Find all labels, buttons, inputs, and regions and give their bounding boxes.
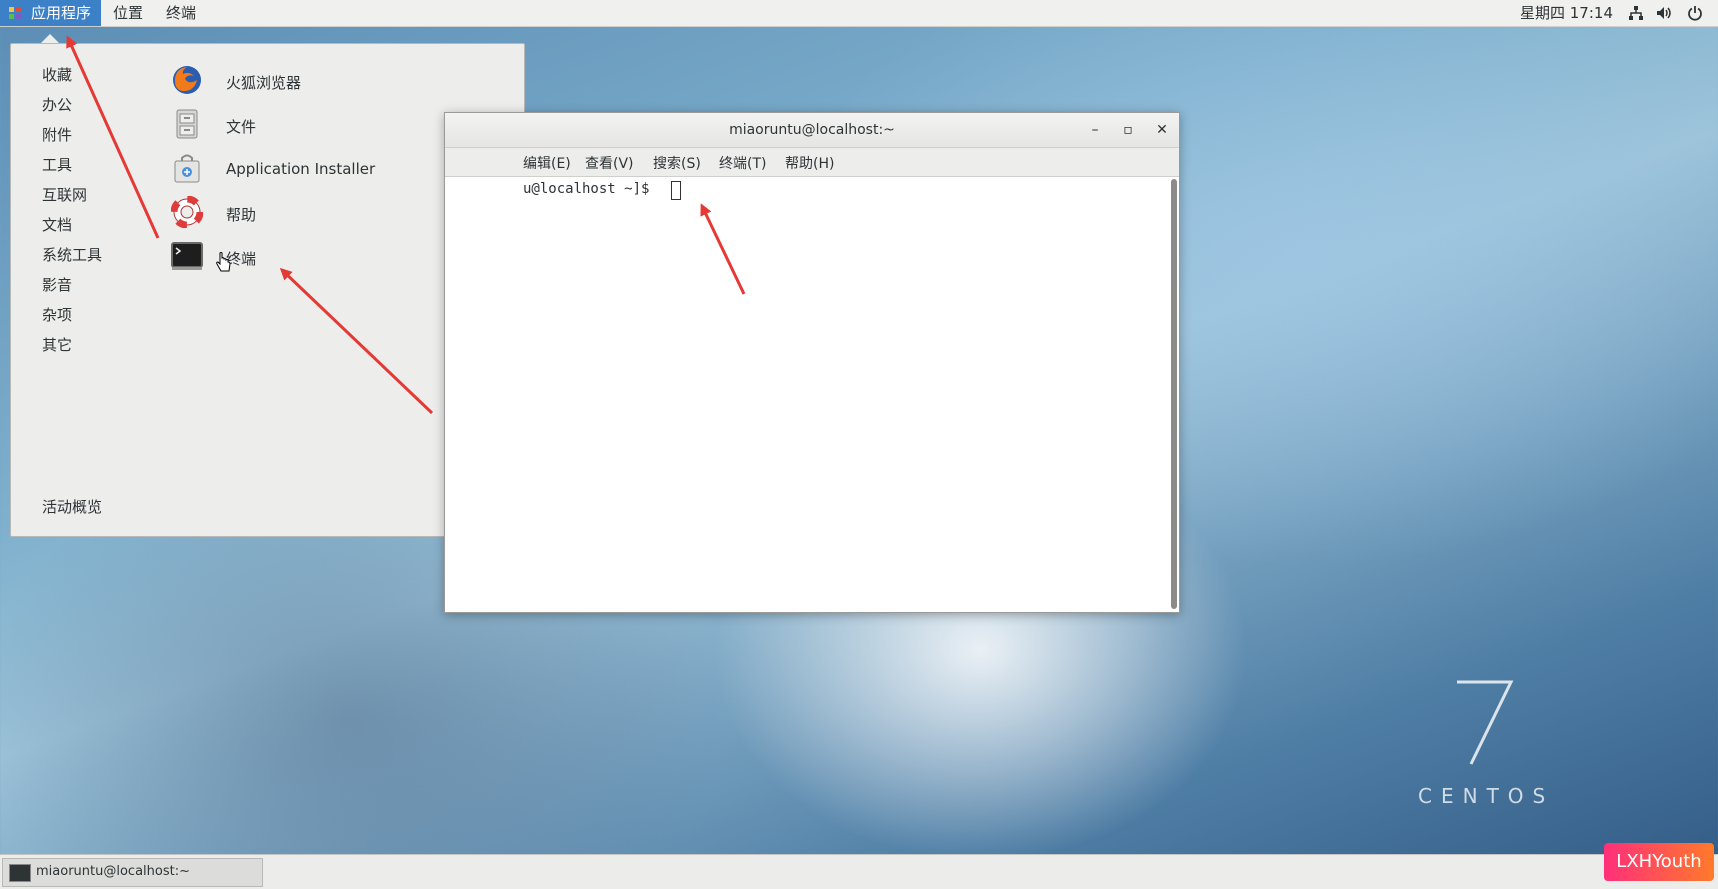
bottom-taskbar: miaoruntu@localhost:~ — [0, 854, 1718, 889]
menu-view[interactable]: 查看(V) — [585, 153, 634, 173]
applications-label: 应用程序 — [31, 4, 92, 22]
close-button[interactable]: ✕ — [1154, 122, 1170, 138]
window-titlebar[interactable]: miaoruntu@localhost:~ – ▫ ✕ — [445, 113, 1179, 148]
taskbar-terminal-task[interactable]: miaoruntu@localhost:~ — [2, 858, 263, 887]
category-office[interactable]: 办公 — [42, 94, 72, 115]
installer-bag-icon — [174, 154, 200, 183]
task-label: miaoruntu@localhost:~ — [36, 864, 190, 879]
file-cabinet-icon — [176, 109, 198, 139]
lifebuoy-icon — [171, 196, 203, 228]
top-bar: 应用程序 位置 终端 星期四 17:14 — [0, 0, 1718, 27]
app-label: 帮助 — [226, 206, 257, 224]
network-icon[interactable] — [1628, 5, 1644, 21]
app-label: Application Installer — [226, 160, 376, 178]
minimize-button[interactable]: – — [1087, 122, 1103, 138]
text-cursor — [671, 181, 681, 200]
gnome-foot-icon — [9, 7, 21, 19]
category-favorites[interactable]: 收藏 — [42, 64, 72, 85]
maximize-button[interactable]: ▫ — [1120, 122, 1136, 138]
category-tools[interactable]: 工具 — [42, 154, 72, 175]
applications-menu-button[interactable]: 应用程序 — [0, 0, 101, 26]
category-sound-video[interactable]: 影音 — [42, 274, 72, 295]
firefox-icon — [173, 66, 201, 94]
menu-help[interactable]: 帮助(H) — [785, 153, 834, 173]
places-menu-button[interactable]: 位置 — [113, 0, 143, 26]
window-title: miaoruntu@localhost:~ — [729, 122, 895, 138]
watermark-badge: LXHYouth — [1604, 843, 1714, 881]
category-documents[interactable]: 文档 — [42, 214, 72, 235]
hand-cursor-icon — [216, 252, 231, 272]
menu-search[interactable]: 搜索(S) — [653, 153, 701, 173]
terminal-menubar: 编辑(E) 查看(V) 搜索(S) 终端(T) 帮助(H) — [445, 148, 1179, 177]
category-system-tools[interactable]: 系统工具 — [42, 244, 102, 265]
terminal-app-menu-button[interactable]: 终端 — [166, 0, 196, 26]
category-accessories[interactable]: 附件 — [42, 124, 72, 145]
app-label: 文件 — [226, 118, 257, 136]
volume-icon[interactable] — [1656, 5, 1672, 21]
terminal-content[interactable]: u@localhost ~]$ — [445, 177, 1169, 612]
menu-terminal[interactable]: 终端(T) — [719, 153, 766, 173]
activities-overview[interactable]: 活动概览 — [42, 496, 102, 517]
centos-logo-text: CENTOS — [1418, 784, 1555, 808]
shell-prompt: u@localhost ~]$ — [523, 181, 658, 197]
terminal-icon — [171, 242, 203, 270]
terminal-icon — [9, 864, 31, 882]
centos-seven-logo — [1457, 680, 1514, 765]
menu-edit[interactable]: 编辑(E) — [523, 153, 571, 173]
category-other[interactable]: 其它 — [42, 334, 72, 355]
category-sundry[interactable]: 杂项 — [42, 304, 72, 325]
category-internet[interactable]: 互联网 — [42, 184, 87, 205]
app-label: 火狐浏览器 — [226, 74, 302, 92]
terminal-window[interactable]: miaoruntu@localhost:~ – ▫ ✕ 编辑(E) 查看(V) … — [444, 112, 1180, 613]
power-icon[interactable] — [1687, 5, 1703, 21]
scrollbar[interactable] — [1171, 179, 1177, 609]
clock[interactable]: 星期四 17:14 — [1520, 0, 1613, 26]
